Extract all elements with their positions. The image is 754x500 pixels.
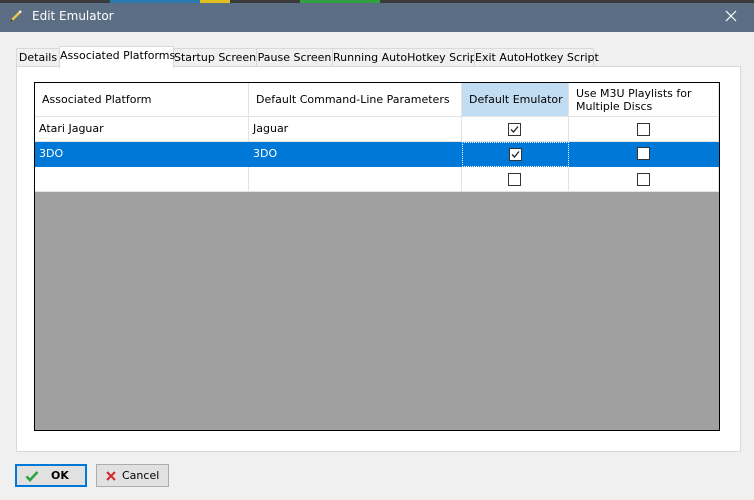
pencil-icon <box>9 9 23 23</box>
m3u-checkbox[interactable] <box>637 123 650 136</box>
column-header-default-command-line-parameters[interactable]: Default Command-Line Parameters <box>249 83 462 117</box>
checkmark-icon <box>25 470 39 482</box>
default-emulator-checkbox[interactable] <box>509 148 522 161</box>
ok-button[interactable]: OK <box>15 464 87 487</box>
close-button[interactable] <box>708 0 754 32</box>
tab-details[interactable]: Details <box>16 48 60 67</box>
cell-platform[interactable] <box>35 167 249 192</box>
tab-exit-autohotkey-script[interactable]: Exit AutoHotkey Script <box>474 48 599 67</box>
cell-m3u[interactable] <box>569 117 719 142</box>
cell-m3u[interactable] <box>569 167 719 192</box>
column-header-use-m3u-playlists[interactable]: Use M3U Playlists for Multiple Discs <box>569 83 719 117</box>
cancel-button[interactable]: Cancel <box>96 464 169 487</box>
table-row[interactable]: Atari Jaguar Jaguar <box>35 117 719 142</box>
m3u-checkbox[interactable] <box>637 173 650 186</box>
column-header-default-emulator[interactable]: Default Emulator <box>462 83 569 117</box>
window-title: Edit Emulator <box>32 9 114 23</box>
table-row[interactable] <box>35 167 719 192</box>
tab-running-autohotkey-script[interactable]: Running AutoHotkey Script <box>332 48 481 67</box>
cancel-label: Cancel <box>122 469 160 482</box>
ok-label: OK <box>51 469 69 482</box>
default-emulator-checkbox[interactable] <box>508 173 521 186</box>
platforms-grid[interactable]: Associated Platform Default Command-Line… <box>34 82 720 431</box>
cell-params[interactable] <box>249 167 462 192</box>
cell-platform[interactable]: 3DO <box>35 142 249 167</box>
x-icon <box>106 470 116 481</box>
cell-m3u[interactable] <box>569 142 719 167</box>
tab-startup-screen[interactable]: Startup Screen <box>173 48 257 67</box>
cell-default-emulator[interactable] <box>462 142 569 167</box>
cell-default-emulator[interactable] <box>462 117 569 142</box>
cell-default-emulator[interactable] <box>462 167 569 192</box>
m3u-checkbox[interactable] <box>637 147 650 160</box>
tab-pause-screen[interactable]: Pause Screen <box>256 48 333 67</box>
cell-params[interactable]: 3DO <box>249 142 462 167</box>
tab-associated-platforms[interactable]: Associated Platforms <box>59 46 175 68</box>
title-bar: Edit Emulator <box>0 0 754 32</box>
column-header-associated-platform[interactable]: Associated Platform <box>35 83 249 117</box>
table-row[interactable]: 3DO 3DO <box>35 142 719 167</box>
background-strip <box>0 0 754 3</box>
cell-platform[interactable]: Atari Jaguar <box>35 117 249 142</box>
cell-params[interactable]: Jaguar <box>249 117 462 142</box>
close-icon <box>725 10 737 22</box>
default-emulator-checkbox[interactable] <box>508 123 521 136</box>
